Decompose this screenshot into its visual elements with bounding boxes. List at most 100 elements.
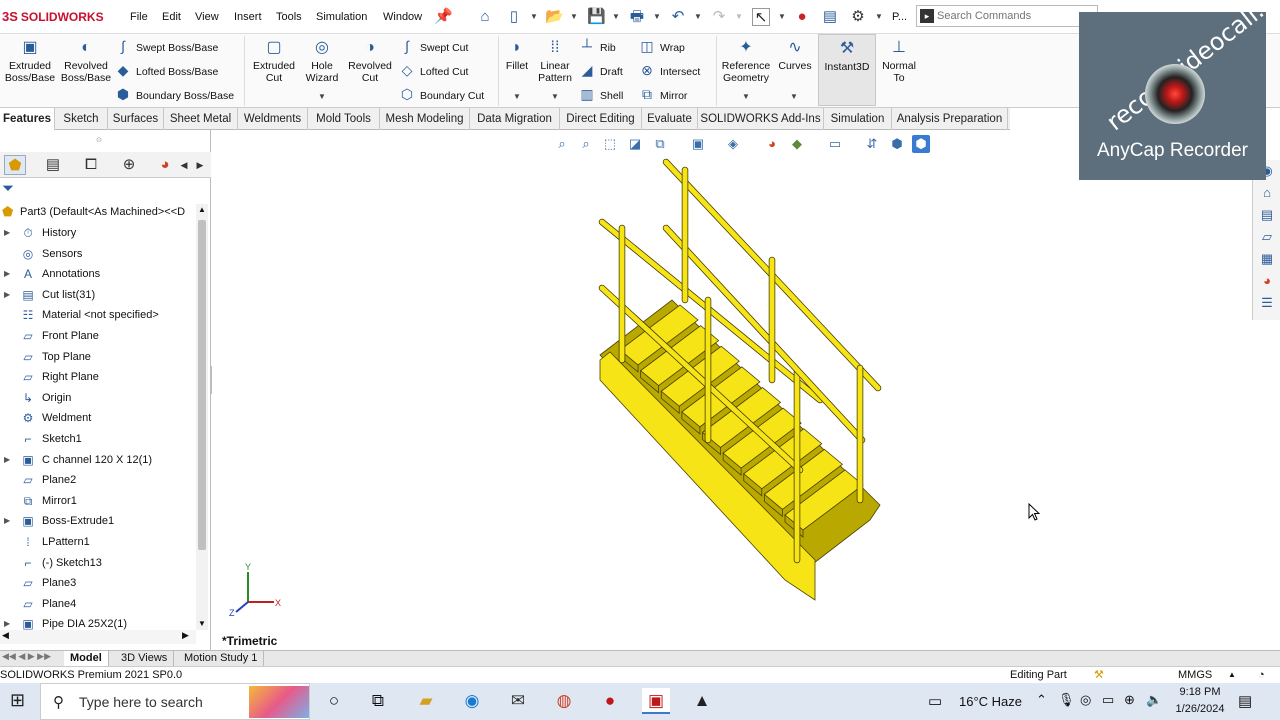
notifications-icon[interactable]: ▤ — [1238, 692, 1252, 710]
weather-text[interactable]: 16°C Haze — [959, 694, 1022, 709]
expand-arrow-icon[interactable]: ▶ — [4, 614, 10, 631]
property-manager-tab-icon[interactable]: ▤ — [42, 155, 64, 175]
edge-browser-icon[interactable]: ◉ — [458, 688, 486, 714]
rebuild-icon[interactable]: ● — [793, 8, 811, 26]
battery-icon[interactable]: ▭ — [1102, 692, 1114, 708]
rotate-view-icon[interactable]: ⇵ — [863, 135, 881, 153]
network-icon[interactable]: ⊕ — [1124, 692, 1135, 708]
tree-item-plane4[interactable]: ▱ Plane4 — [0, 594, 196, 614]
print-icon[interactable]: 🖶 — [628, 8, 646, 26]
weather-icon[interactable]: ▭ — [928, 692, 942, 710]
zoom-to-fit-icon[interactable]: ⌕ — [553, 135, 571, 153]
clock-date[interactable]: 1/26/2024 — [1172, 703, 1228, 715]
tab-evaluate[interactable]: Evaluate — [642, 108, 698, 130]
revolved-cut-button[interactable]: ◑ Revolved Cut — [344, 38, 396, 84]
scroll-left-icon[interactable]: ◀ — [2, 630, 9, 641]
mail-icon[interactable]: ✉ — [504, 688, 532, 714]
section-view-icon[interactable]: ◪ — [626, 135, 644, 153]
linear-pattern-dropdown-icon[interactable]: ▼ — [551, 92, 559, 101]
select-icon[interactable]: ↖ — [752, 8, 770, 26]
status-units[interactable]: MMGS — [1178, 667, 1212, 683]
feature-manager-tab-icon[interactable]: ⬟ — [4, 155, 26, 175]
boundary-boss-button[interactable]: ⬢ Boundary Boss/Base — [114, 85, 234, 103]
tree-item-lpattern1[interactable]: ⁞ LPattern1 — [0, 532, 196, 552]
tree-item-boss-extrude1[interactable]: ▶ ▣ Boss-Extrude1 — [0, 511, 196, 531]
file-properties-icon[interactable]: ▤ — [821, 8, 839, 26]
appearances-icon[interactable]: ◕ — [1258, 272, 1276, 290]
windows-start-icon[interactable]: ⊞ — [10, 690, 25, 711]
file-explorer-app-icon[interactable]: ▰ — [412, 688, 440, 714]
tab-direct-editing[interactable]: Direct Editing — [560, 108, 642, 130]
swept-boss-button[interactable]: ∫ Swept Boss/Base — [114, 37, 218, 55]
configuration-manager-tab-icon[interactable]: ⧠ — [80, 155, 102, 175]
reference-geometry-dropdown-icon[interactable]: ▼ — [742, 92, 750, 101]
3d-box-icon[interactable]: ⬢ — [888, 135, 906, 153]
microphone-icon[interactable]: 🎙 — [1058, 692, 1075, 708]
expand-arrow-icon[interactable]: ▶ — [4, 264, 10, 284]
options-gear-icon[interactable]: ⚙ — [849, 8, 867, 26]
lofted-boss-button[interactable]: ◆ Lofted Boss/Base — [114, 61, 219, 79]
view-palette-icon[interactable]: ▦ — [1258, 250, 1276, 268]
expand-arrow-icon[interactable]: ▶ — [4, 285, 10, 305]
tab-simulation[interactable]: Simulation — [824, 108, 892, 130]
fillet-dropdown-icon[interactable]: ▼ — [513, 92, 521, 101]
open-icon[interactable]: 📂 — [545, 8, 564, 26]
print-dropdown-icon[interactable]: ▼ — [653, 12, 661, 21]
tree-item-mirror1[interactable]: ⧉ Mirror1 — [0, 491, 196, 511]
tree-item-annotations[interactable]: ▶ A Annotations — [0, 264, 196, 284]
tree-horizontal-scrollbar[interactable]: ◀ ▶ — [0, 630, 196, 644]
extruded-boss-button[interactable]: ▣ Extruded Boss/Base — [4, 38, 56, 84]
new-document-icon[interactable]: ▯ — [505, 8, 523, 26]
edit-appearance-icon[interactable]: ◕ — [763, 135, 781, 153]
tab-motion-study-1[interactable]: Motion Study 1 — [178, 651, 265, 667]
tab-analysis-preparation[interactable]: Analysis Preparation — [892, 108, 1008, 130]
search-commands-box[interactable]: ▸ — [916, 5, 1098, 27]
rib-button[interactable]: ┴ Rib — [578, 37, 616, 55]
recorder-app-icon[interactable]: ● — [596, 688, 624, 714]
clock-time[interactable]: 9:18 PM — [1176, 686, 1224, 698]
reference-geometry-button[interactable]: ✦ Reference Geometry — [720, 38, 772, 84]
new-dropdown-icon[interactable]: ▼ — [530, 12, 538, 21]
design-library-icon[interactable]: ▤ — [1258, 206, 1276, 224]
menu-view[interactable]: View — [195, 11, 219, 23]
dynamic-annotation-icon[interactable]: ⧉ — [651, 135, 669, 153]
graphics-area[interactable] — [212, 130, 1250, 650]
shell-button[interactable]: ▥ Shell — [578, 85, 623, 103]
mirror-button[interactable]: ⧉ Mirror — [638, 85, 687, 103]
chrome-browser-icon[interactable]: ◍ — [550, 688, 578, 714]
tab-weldments[interactable]: Weldments — [238, 108, 308, 130]
file-explorer-icon[interactable]: ▱ — [1258, 228, 1276, 246]
menu-simulation[interactable]: Simulation — [316, 11, 367, 23]
status-message-icon[interactable]: ◔ — [1258, 667, 1265, 683]
pin-icon[interactable]: 📌 — [434, 8, 453, 26]
curves-dropdown-icon[interactable]: ▼ — [790, 92, 798, 101]
tree-item-weldment[interactable]: ⚙ Weldment — [0, 408, 196, 428]
revolved-boss-button[interactable]: ◐ Revolved Boss/Base — [60, 38, 112, 84]
scroll-down-icon[interactable]: ▼ — [198, 619, 206, 628]
stair-model[interactable] — [212, 130, 1250, 650]
tab-data-migration[interactable]: Data Migration — [470, 108, 560, 130]
tab-solidworks-add-ins[interactable]: SOLIDWORKS Add-Ins — [698, 108, 824, 130]
menu-edit[interactable]: Edit — [162, 11, 181, 23]
menu-file[interactable]: File — [130, 11, 148, 23]
taskbar-search[interactable]: ⚲ Type here to search — [40, 683, 310, 720]
tree-item-material-not-specified[interactable]: ☷ Material <not specified> — [0, 305, 196, 325]
open-dropdown-icon[interactable]: ▼ — [570, 12, 578, 21]
tab-model[interactable]: Model — [64, 651, 109, 667]
tab-features[interactable]: Features — [0, 108, 55, 130]
tree-item-plane3[interactable]: ▱ Plane3 — [0, 573, 196, 593]
orientation-cube-icon[interactable]: ⬢ — [912, 135, 930, 153]
instant3d-button[interactable]: ⚒ Instant3D — [818, 34, 876, 106]
intersect-button[interactable]: ⊗ Intersect — [638, 61, 700, 79]
custom-properties-icon[interactable]: ☰ — [1258, 294, 1276, 312]
hole-wizard-dropdown-icon[interactable]: ▼ — [318, 92, 326, 101]
redo-dropdown-icon[interactable]: ▼ — [735, 12, 743, 21]
tab-sketch[interactable]: Sketch — [55, 108, 108, 130]
tab-mold-tools[interactable]: Mold Tools — [308, 108, 380, 130]
tree-scroll-thumb[interactable] — [198, 220, 206, 550]
undo-icon[interactable]: ↶ — [669, 8, 687, 26]
menu-window[interactable]: Window — [383, 11, 422, 23]
panel-collapse-handle[interactable]: ⊙ — [96, 136, 110, 144]
view-orientation-icon[interactable]: ▣ — [689, 135, 707, 153]
tree-item-history[interactable]: ▶ ⏱ History — [0, 223, 196, 243]
